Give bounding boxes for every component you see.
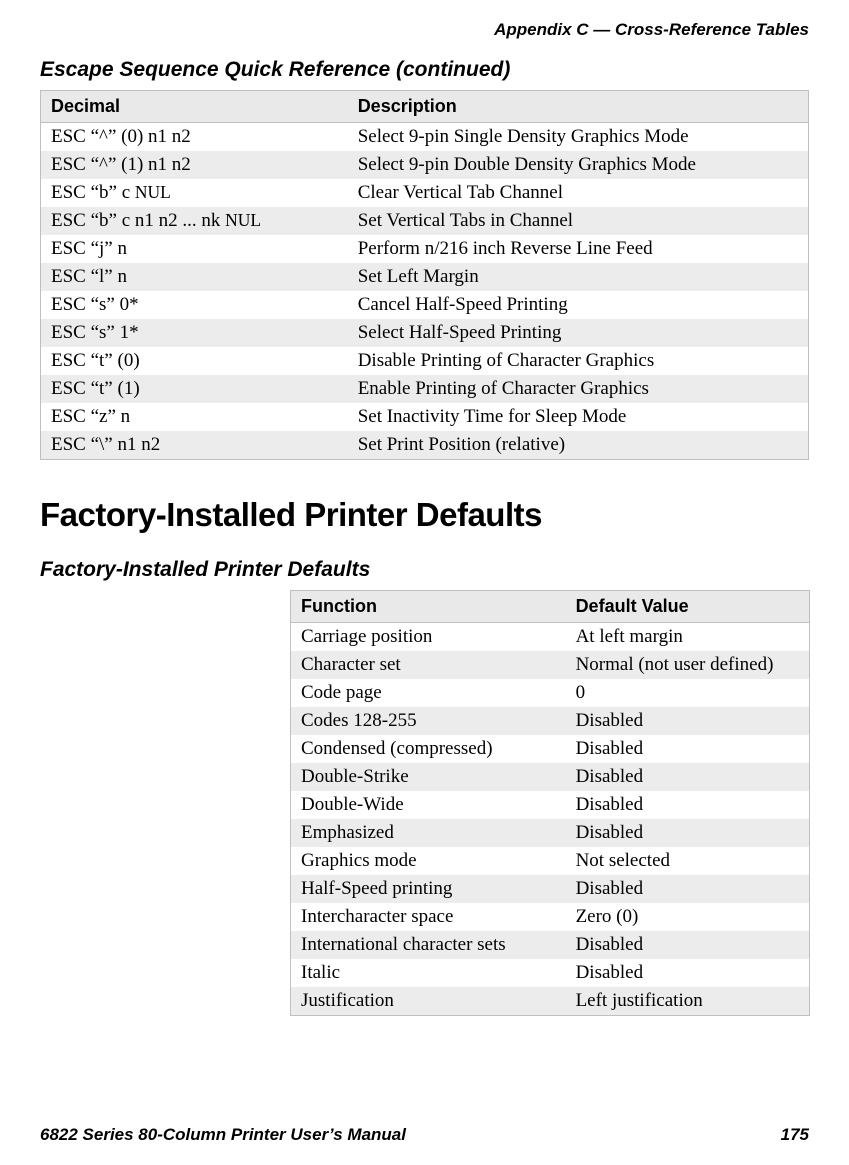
cell-decimal: ESC “j” n bbox=[41, 235, 348, 263]
col-description: Description bbox=[348, 91, 809, 123]
cell-default-value: Disabled bbox=[566, 763, 810, 791]
cell-decimal: ESC “z” n bbox=[41, 403, 348, 431]
cell-function: Codes 128-255 bbox=[291, 707, 566, 735]
cell-description: Set Print Position (relative) bbox=[348, 431, 809, 460]
footer-manual-title: 6822 Series 80-Column Printer User’s Man… bbox=[40, 1125, 406, 1145]
table-row: ESC “b” c NULClear Vertical Tab Channel bbox=[41, 179, 809, 207]
cell-description: Set Left Margin bbox=[348, 263, 809, 291]
cell-function: Italic bbox=[291, 959, 566, 987]
cell-description: Perform n/216 inch Reverse Line Feed bbox=[348, 235, 809, 263]
cell-description: Set Inactivity Time for Sleep Mode bbox=[348, 403, 809, 431]
table-row: Graphics modeNot selected bbox=[291, 847, 810, 875]
table-row: Carriage positionAt left margin bbox=[291, 623, 810, 652]
cell-description: Enable Printing of Character Graphics bbox=[348, 375, 809, 403]
table-row: Code page0 bbox=[291, 679, 810, 707]
running-header: Appendix C — Cross-Reference Tables bbox=[40, 20, 809, 40]
cell-default-value: 0 bbox=[566, 679, 810, 707]
cell-decimal: ESC “\” n1 n2 bbox=[41, 431, 348, 460]
cell-function: Condensed (compressed) bbox=[291, 735, 566, 763]
table-row: ESC “\” n1 n2Set Print Position (relativ… bbox=[41, 431, 809, 460]
cell-decimal: ESC “l” n bbox=[41, 263, 348, 291]
cell-description: Set Vertical Tabs in Channel bbox=[348, 207, 809, 235]
cell-default-value: At left margin bbox=[566, 623, 810, 652]
table-row: ESC “t” (1)Enable Printing of Character … bbox=[41, 375, 809, 403]
cell-description: Select Half-Speed Printing bbox=[348, 319, 809, 347]
footer-page-number: 175 bbox=[781, 1125, 809, 1145]
table-row: International character setsDisabled bbox=[291, 931, 810, 959]
table-row: Double-StrikeDisabled bbox=[291, 763, 810, 791]
cell-decimal: ESC “b” c NUL bbox=[41, 179, 348, 207]
table-row: ESC “l” nSet Left Margin bbox=[41, 263, 809, 291]
cell-default-value: Disabled bbox=[566, 819, 810, 847]
col-default-value: Default Value bbox=[566, 591, 810, 623]
cell-default-value: Disabled bbox=[566, 735, 810, 763]
table-row: Half-Speed printingDisabled bbox=[291, 875, 810, 903]
cell-description: Disable Printing of Character Graphics bbox=[348, 347, 809, 375]
heading-factory-defaults: Factory-Installed Printer Defaults bbox=[40, 496, 809, 534]
table-row: ESC “z” nSet Inactivity Time for Sleep M… bbox=[41, 403, 809, 431]
table-row: JustificationLeft justification bbox=[291, 987, 810, 1016]
cell-description: Select 9-pin Single Density Graphics Mod… bbox=[348, 123, 809, 152]
table-row: Condensed (compressed)Disabled bbox=[291, 735, 810, 763]
cell-default-value: Disabled bbox=[566, 931, 810, 959]
section-title-escape: Escape Sequence Quick Reference (continu… bbox=[40, 58, 809, 82]
cell-default-value: Zero (0) bbox=[566, 903, 810, 931]
col-decimal: Decimal bbox=[41, 91, 348, 123]
cell-function: Emphasized bbox=[291, 819, 566, 847]
cell-function: Character set bbox=[291, 651, 566, 679]
table-row: ItalicDisabled bbox=[291, 959, 810, 987]
cell-function: International character sets bbox=[291, 931, 566, 959]
section-title-defaults: Factory-Installed Printer Defaults bbox=[40, 558, 809, 582]
cell-decimal: ESC “^” (1) n1 n2 bbox=[41, 151, 348, 179]
table-row: ESC “^” (0) n1 n2Select 9-pin Single Den… bbox=[41, 123, 809, 152]
defaults-table: Function Default Value Carriage position… bbox=[290, 590, 810, 1016]
cell-function: Half-Speed printing bbox=[291, 875, 566, 903]
cell-description: Select 9-pin Double Density Graphics Mod… bbox=[348, 151, 809, 179]
cell-function: Graphics mode bbox=[291, 847, 566, 875]
table-row: Double-WideDisabled bbox=[291, 791, 810, 819]
table-row: ESC “^” (1) n1 n2Select 9-pin Double Den… bbox=[41, 151, 809, 179]
cell-default-value: Left justification bbox=[566, 987, 810, 1016]
cell-decimal: ESC “s” 0* bbox=[41, 291, 348, 319]
table-row: EmphasizedDisabled bbox=[291, 819, 810, 847]
cell-function: Intercharacter space bbox=[291, 903, 566, 931]
cell-decimal: ESC “t” (0) bbox=[41, 347, 348, 375]
table-row: ESC “j” nPerform n/216 inch Reverse Line… bbox=[41, 235, 809, 263]
table-row: ESC “s” 1*Select Half-Speed Printing bbox=[41, 319, 809, 347]
cell-function: Justification bbox=[291, 987, 566, 1016]
cell-function: Double-Wide bbox=[291, 791, 566, 819]
cell-function: Code page bbox=[291, 679, 566, 707]
table-row: ESC “t” (0)Disable Printing of Character… bbox=[41, 347, 809, 375]
col-function: Function bbox=[291, 591, 566, 623]
cell-default-value: Disabled bbox=[566, 875, 810, 903]
cell-decimal: ESC “b” c n1 n2 ... nk NUL bbox=[41, 207, 348, 235]
table-row: ESC “b” c n1 n2 ... nk NULSet Vertical T… bbox=[41, 207, 809, 235]
cell-decimal: ESC “t” (1) bbox=[41, 375, 348, 403]
table-row: Intercharacter spaceZero (0) bbox=[291, 903, 810, 931]
cell-description: Cancel Half-Speed Printing bbox=[348, 291, 809, 319]
table-row: ESC “s” 0*Cancel Half-Speed Printing bbox=[41, 291, 809, 319]
cell-default-value: Disabled bbox=[566, 791, 810, 819]
cell-default-value: Disabled bbox=[566, 707, 810, 735]
table-row: Codes 128-255Disabled bbox=[291, 707, 810, 735]
cell-decimal: ESC “s” 1* bbox=[41, 319, 348, 347]
cell-default-value: Disabled bbox=[566, 959, 810, 987]
cell-default-value: Not selected bbox=[566, 847, 810, 875]
cell-description: Clear Vertical Tab Channel bbox=[348, 179, 809, 207]
cell-default-value: Normal (not user defined) bbox=[566, 651, 810, 679]
cell-decimal: ESC “^” (0) n1 n2 bbox=[41, 123, 348, 152]
escape-sequence-table: Decimal Description ESC “^” (0) n1 n2Sel… bbox=[40, 90, 809, 460]
table-row: Character setNormal (not user defined) bbox=[291, 651, 810, 679]
cell-function: Carriage position bbox=[291, 623, 566, 652]
cell-function: Double-Strike bbox=[291, 763, 566, 791]
